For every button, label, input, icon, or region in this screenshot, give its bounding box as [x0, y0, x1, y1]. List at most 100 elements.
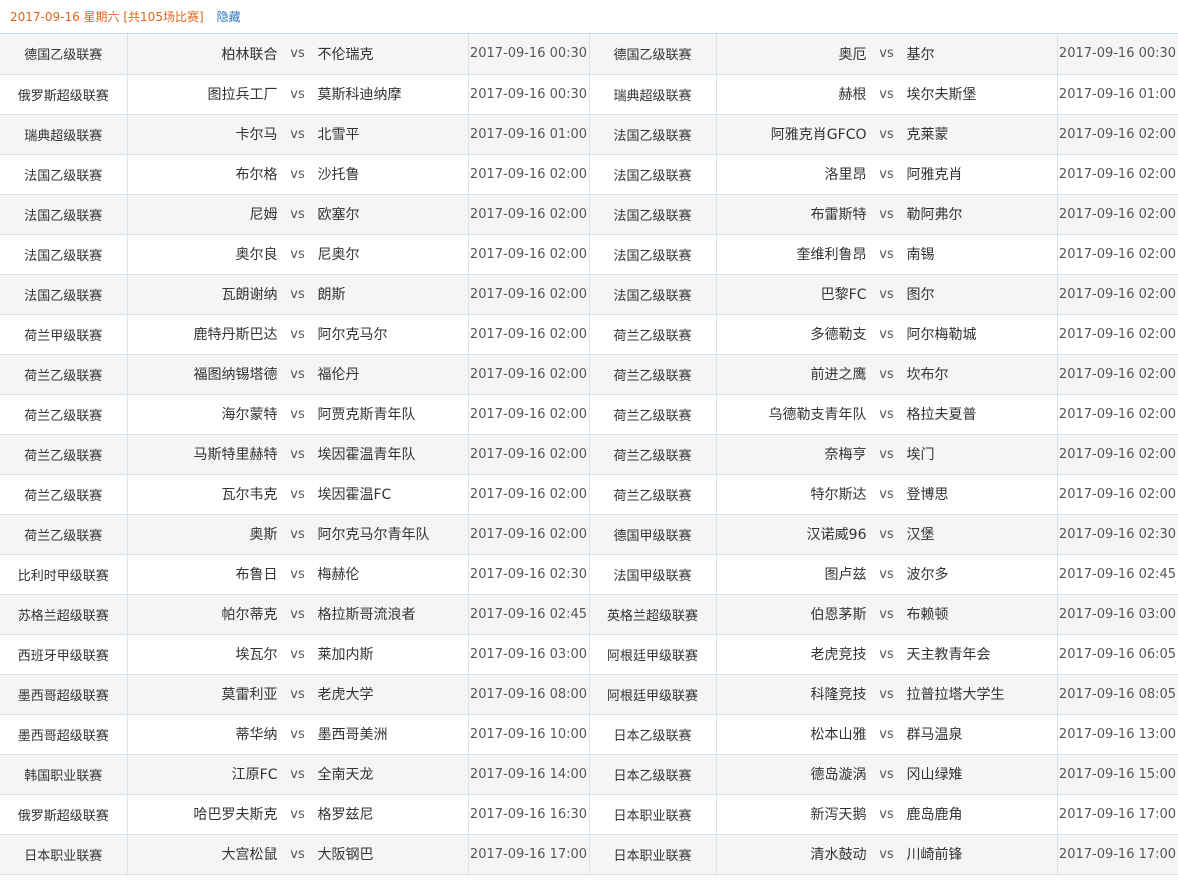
league-name[interactable]: 德国乙级联赛	[0, 34, 128, 75]
home-team[interactable]: 奎维利鲁昂	[717, 244, 867, 264]
away-team[interactable]: 登博思	[907, 484, 1057, 504]
league-name[interactable]: 德国甲级联赛	[589, 514, 717, 555]
league-name[interactable]: 法国乙级联赛	[589, 154, 717, 195]
league-name[interactable]: 法国乙级联赛	[589, 274, 717, 315]
league-name[interactable]: 荷兰乙级联赛	[0, 434, 128, 475]
league-name[interactable]: 西班牙甲级联赛	[0, 634, 128, 675]
home-team[interactable]: 布雷斯特	[717, 204, 867, 224]
away-team[interactable]: 阿雅克肖	[907, 164, 1057, 184]
league-name[interactable]: 韩国职业联赛	[0, 754, 128, 795]
league-name[interactable]: 法国乙级联赛	[0, 234, 128, 275]
home-team[interactable]: 阿雅克肖GFCO	[717, 124, 867, 144]
home-team[interactable]: 松本山雅	[717, 724, 867, 744]
home-team[interactable]: 大宫松鼠	[128, 844, 278, 864]
league-name[interactable]: 荷兰乙级联赛	[589, 474, 717, 515]
home-team[interactable]: 乌德勒支青年队	[717, 404, 867, 424]
home-team[interactable]: 图拉兵工厂	[128, 84, 278, 104]
home-team[interactable]: 洛里昂	[717, 164, 867, 184]
home-team[interactable]: 奥尔良	[128, 244, 278, 264]
league-name[interactable]: 法国乙级联赛	[0, 154, 128, 195]
league-name[interactable]: 法国乙级联赛	[0, 274, 128, 315]
league-name[interactable]: 法国甲级联赛	[589, 554, 717, 595]
league-name[interactable]: 瑞典超级联赛	[589, 74, 717, 115]
league-name[interactable]: 日本职业联赛	[589, 834, 717, 875]
away-team[interactable]: 阿贾克斯青年队	[318, 404, 468, 424]
league-name[interactable]: 荷兰乙级联赛	[0, 354, 128, 395]
home-team[interactable]: 瓦朗谢纳	[128, 284, 278, 304]
home-team[interactable]: 伯恩茅斯	[717, 604, 867, 624]
away-team[interactable]: 梅赫伦	[318, 564, 468, 584]
away-team[interactable]: 汉堡	[907, 524, 1057, 544]
home-team[interactable]: 赫根	[717, 84, 867, 104]
league-name[interactable]: 法国乙级联赛	[589, 234, 717, 275]
league-name[interactable]: 法国乙级联赛	[589, 114, 717, 155]
away-team[interactable]: 波尔多	[907, 564, 1057, 584]
away-team[interactable]: 坎布尔	[907, 364, 1057, 384]
away-team[interactable]: 格拉斯哥流浪者	[318, 604, 468, 624]
league-name[interactable]: 比利时甲级联赛	[0, 554, 128, 595]
home-team[interactable]: 德岛漩涡	[717, 764, 867, 784]
home-team[interactable]: 瓦尔韦克	[128, 484, 278, 504]
away-team[interactable]: 格拉夫夏普	[907, 404, 1057, 424]
home-team[interactable]: 汉诺威96	[717, 524, 867, 544]
home-team[interactable]: 图卢兹	[717, 564, 867, 584]
away-team[interactable]: 北雪平	[318, 124, 468, 144]
away-team[interactable]: 布赖顿	[907, 604, 1057, 624]
league-name[interactable]: 荷兰乙级联赛	[0, 474, 128, 515]
home-team[interactable]: 江原FC	[128, 764, 278, 784]
home-team[interactable]: 科隆竞技	[717, 684, 867, 704]
away-team[interactable]: 埃因霍温青年队	[318, 444, 468, 464]
away-team[interactable]: 全南天龙	[318, 764, 468, 784]
away-team[interactable]: 莫斯科迪纳摩	[318, 84, 468, 104]
away-team[interactable]: 埃门	[907, 444, 1057, 464]
home-team[interactable]: 柏林联合	[128, 44, 278, 64]
home-team[interactable]: 尼姆	[128, 204, 278, 224]
away-team[interactable]: 福伦丹	[318, 364, 468, 384]
home-team[interactable]: 埃瓦尔	[128, 644, 278, 664]
away-team[interactable]: 大阪钢巴	[318, 844, 468, 864]
home-team[interactable]: 清水鼓动	[717, 844, 867, 864]
home-team[interactable]: 巴黎FC	[717, 284, 867, 304]
league-name[interactable]: 俄罗斯超级联赛	[0, 74, 128, 115]
away-team[interactable]: 格罗兹尼	[318, 804, 468, 824]
hide-link[interactable]: 隐藏	[217, 8, 241, 25]
league-name[interactable]: 法国乙级联赛	[0, 194, 128, 235]
away-team[interactable]: 不伦瑞克	[318, 44, 468, 64]
league-name[interactable]: 荷兰乙级联赛	[589, 394, 717, 435]
away-team[interactable]: 南锡	[907, 244, 1057, 264]
away-team[interactable]: 鹿岛鹿角	[907, 804, 1057, 824]
league-name[interactable]: 日本乙级联赛	[589, 754, 717, 795]
league-name[interactable]: 阿根廷甲级联赛	[589, 634, 717, 675]
league-name[interactable]: 日本职业联赛	[589, 794, 717, 835]
league-name[interactable]: 德国乙级联赛	[589, 34, 717, 75]
league-name[interactable]: 阿根廷甲级联赛	[589, 674, 717, 715]
league-name[interactable]: 荷兰乙级联赛	[0, 394, 128, 435]
away-team[interactable]: 克莱蒙	[907, 124, 1057, 144]
home-team[interactable]: 奥斯	[128, 524, 278, 544]
home-team[interactable]: 老虎竞技	[717, 644, 867, 664]
away-team[interactable]: 尼奥尔	[318, 244, 468, 264]
away-team[interactable]: 埃尔夫斯堡	[907, 84, 1057, 104]
league-name[interactable]: 荷兰甲级联赛	[0, 314, 128, 355]
away-team[interactable]: 群马温泉	[907, 724, 1057, 744]
home-team[interactable]: 帕尔蒂克	[128, 604, 278, 624]
away-team[interactable]: 阿尔克马尔	[318, 324, 468, 344]
away-team[interactable]: 老虎大学	[318, 684, 468, 704]
home-team[interactable]: 鹿特丹斯巴达	[128, 324, 278, 344]
league-name[interactable]: 瑞典超级联赛	[0, 114, 128, 155]
away-team[interactable]: 沙托鲁	[318, 164, 468, 184]
away-team[interactable]: 天主教青年会	[907, 644, 1057, 664]
home-team[interactable]: 莫雷利亚	[128, 684, 278, 704]
league-name[interactable]: 法国乙级联赛	[589, 194, 717, 235]
home-team[interactable]: 新泻天鹅	[717, 804, 867, 824]
home-team[interactable]: 福图纳锡塔德	[128, 364, 278, 384]
league-name[interactable]: 荷兰乙级联赛	[589, 354, 717, 395]
away-team[interactable]: 勒阿弗尔	[907, 204, 1057, 224]
home-team[interactable]: 卡尔马	[128, 124, 278, 144]
away-team[interactable]: 朗斯	[318, 284, 468, 304]
league-name[interactable]: 日本职业联赛	[0, 834, 128, 875]
league-name[interactable]: 俄罗斯超级联赛	[0, 794, 128, 835]
home-team[interactable]: 布尔格	[128, 164, 278, 184]
home-team[interactable]: 奥厄	[717, 44, 867, 64]
away-team[interactable]: 川崎前锋	[907, 844, 1057, 864]
